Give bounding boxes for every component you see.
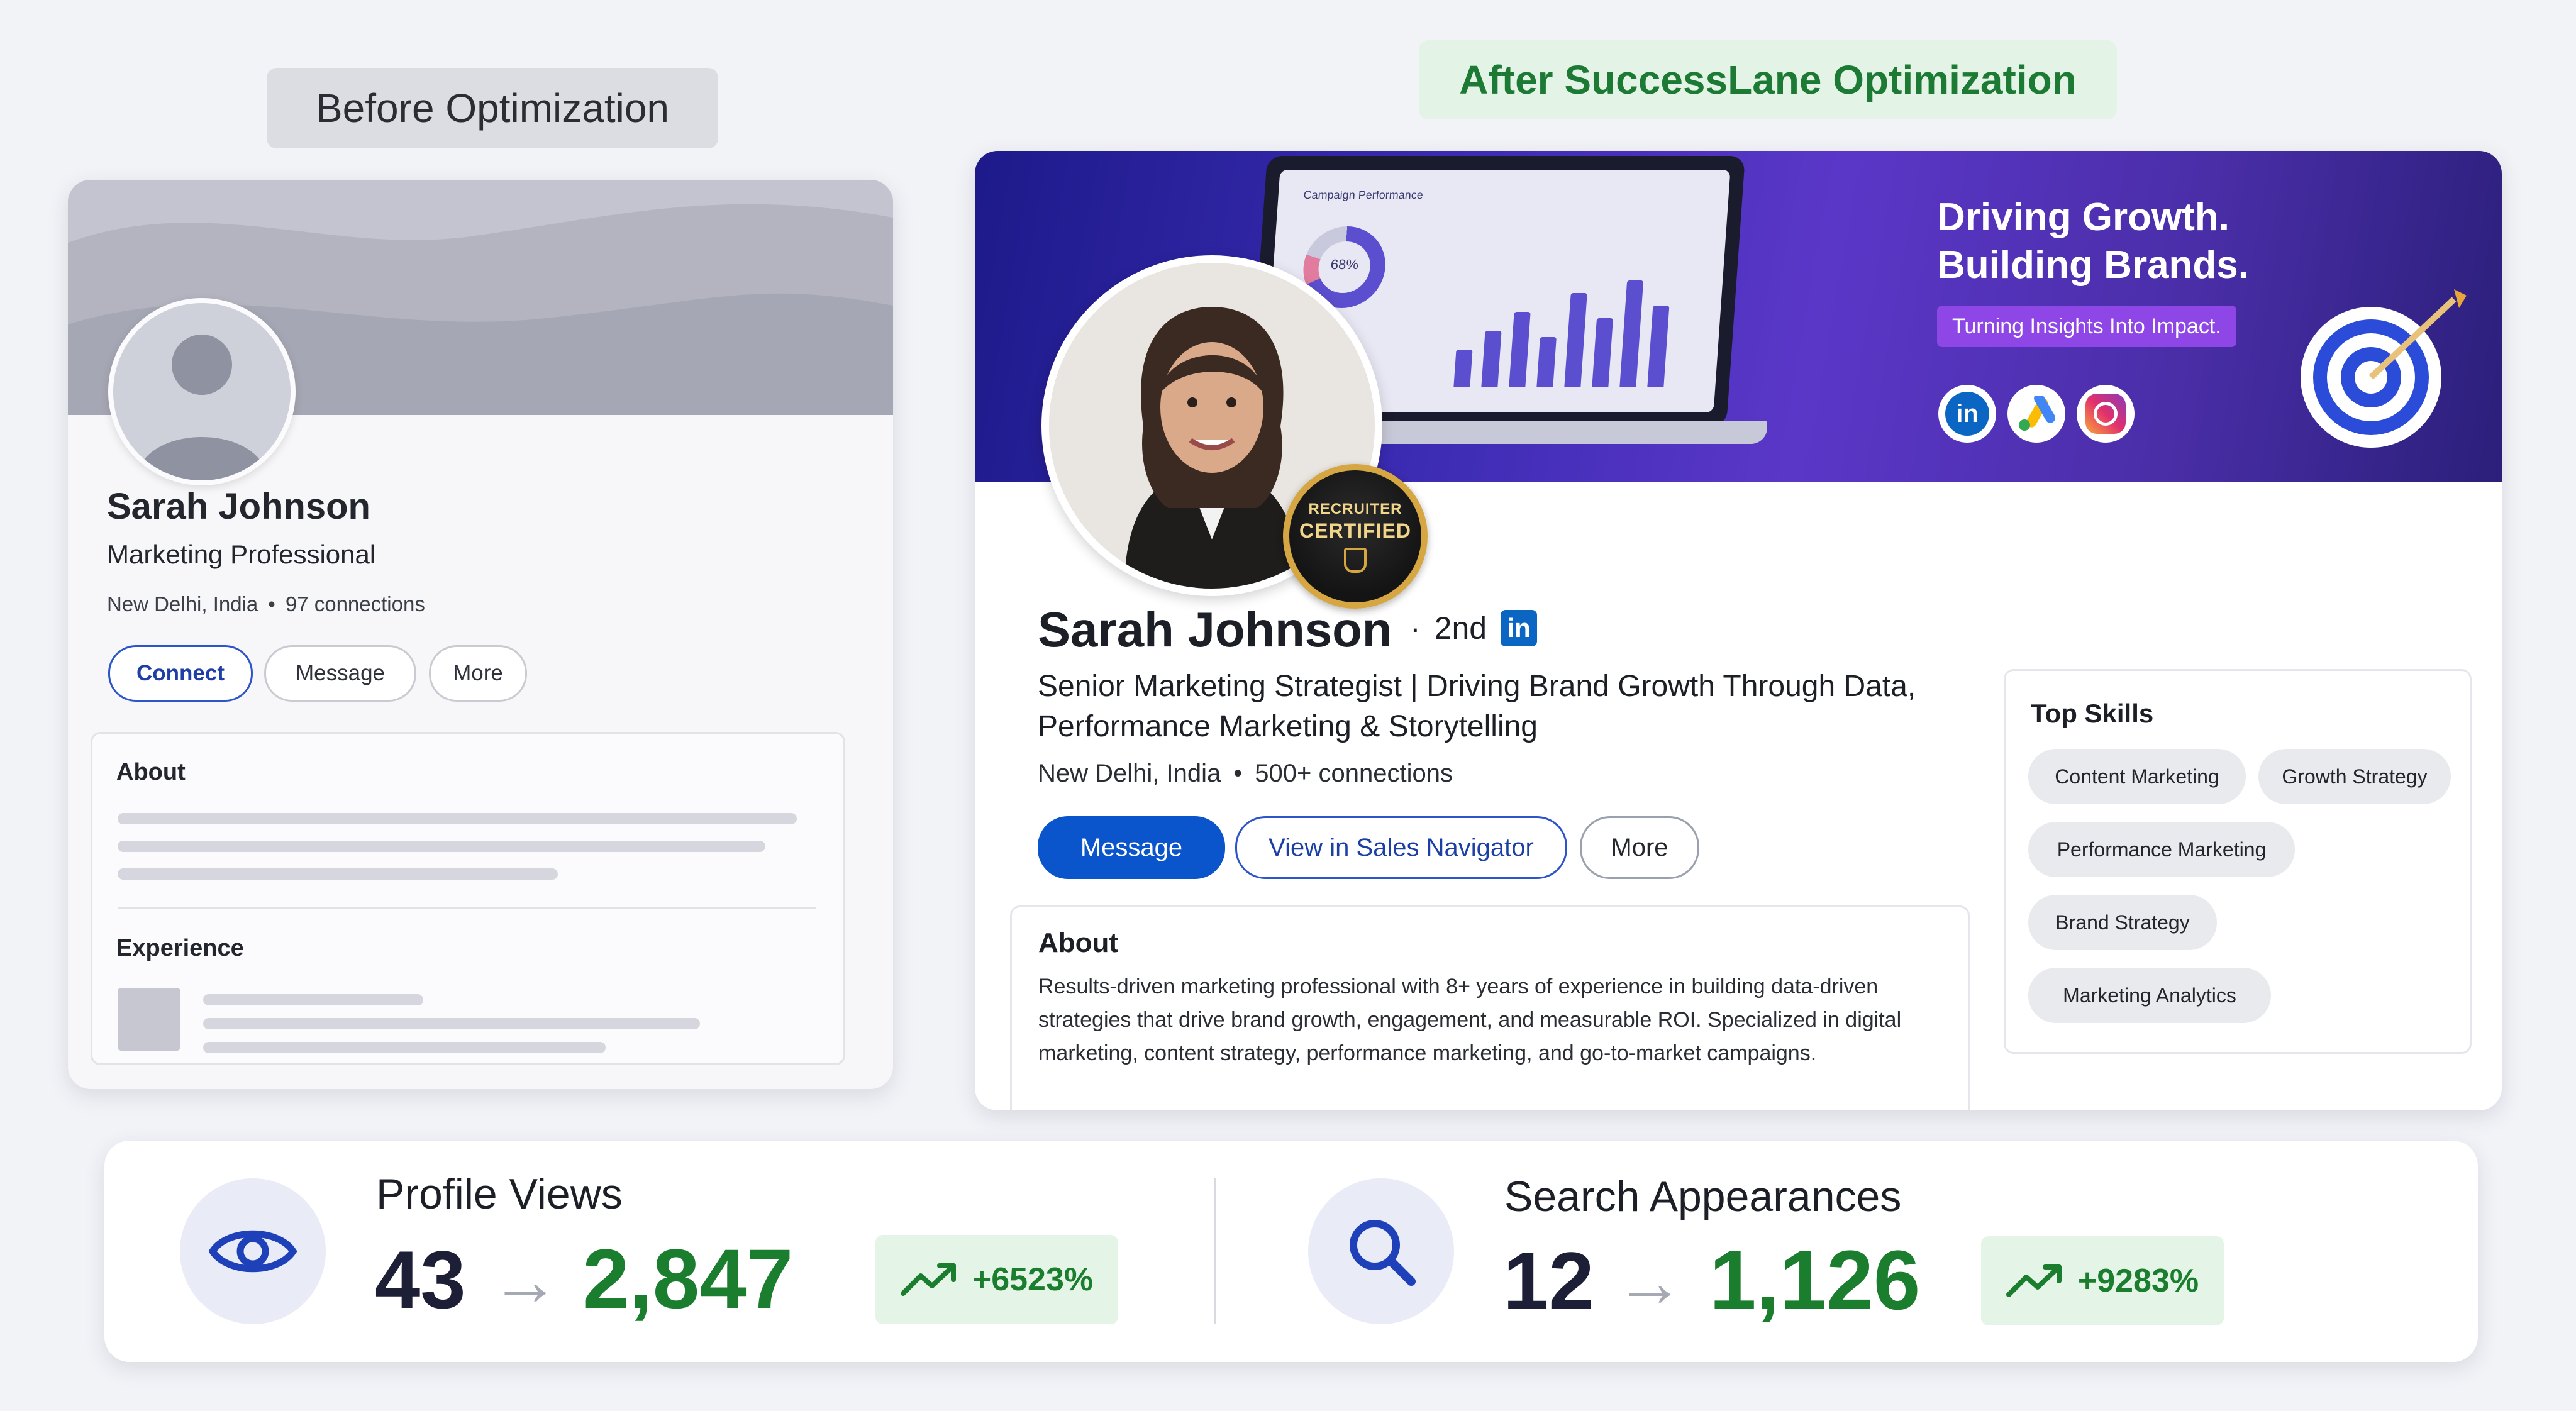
bar (1509, 312, 1531, 387)
skeleton-line (203, 994, 423, 1005)
top-skills-title: Top Skills (2031, 699, 2154, 728)
donut-label: 68% (1330, 257, 1359, 272)
instagram-icon (2077, 385, 2135, 443)
search-icon (1308, 1178, 1454, 1324)
message-button[interactable]: Message (1038, 816, 1225, 879)
trend-up-icon (2006, 1264, 2062, 1297)
bar (1619, 280, 1644, 387)
banner-tagline: Driving Growth. Building Brands. (1937, 194, 2249, 289)
before-connections: 97 connections (285, 592, 425, 616)
after-optimization-label: After SuccessLane Optimization (1419, 40, 2117, 119)
person-placeholder-icon (136, 335, 268, 480)
profile-views-change: +6523% (972, 1261, 1094, 1298)
bar (1453, 350, 1473, 387)
skill-chip[interactable]: Growth Strategy (2258, 749, 2451, 804)
skill-chip[interactable]: Marketing Analytics (2028, 968, 2271, 1023)
dashboard-title: Campaign Performance (1302, 189, 1424, 201)
arrow-right-icon: → (1615, 1244, 1684, 1321)
before-profile-name: Sarah Johnson (107, 486, 370, 527)
meta-dot: • (268, 592, 275, 616)
before-optimization-label: Before Optimization (267, 68, 718, 148)
bar (1481, 331, 1502, 387)
skeleton-line (118, 813, 797, 824)
skeleton-line (118, 868, 558, 880)
arrow-right-icon: → (491, 1242, 560, 1320)
recruiter-certified-badge: RECRUITER CERTIFIED (1283, 464, 1428, 609)
before-about-section: About Experience (91, 732, 845, 1065)
skeleton-line (203, 1042, 606, 1053)
profile-views-change-badge: +6523% (875, 1235, 1118, 1324)
meta-dot: • (1233, 760, 1243, 787)
after-profile-name: Sarah Johnson (1038, 602, 1392, 657)
linkedin-icon[interactable]: in (1501, 610, 1538, 646)
search-appearances-change-badge: +9283% (1981, 1236, 2224, 1325)
linkedin-icon: in (1938, 385, 1996, 443)
after-profile-card: Campaign Performance 68% Driving Growth.… (975, 151, 2502, 1110)
profile-views-label: Profile Views (376, 1170, 623, 1218)
before-message-button[interactable]: Message (264, 645, 416, 702)
badge-line1: RECRUITER (1308, 500, 1402, 517)
degree-label: 2nd (1434, 611, 1487, 646)
profile-views-before: 43 (375, 1234, 466, 1325)
skill-chip[interactable]: Brand Strategy (2028, 895, 2217, 950)
search-appearances-after: 1,126 (1709, 1234, 1921, 1327)
before-location: New Delhi, India (107, 592, 258, 616)
dashboard-bar-chart (1453, 280, 1671, 387)
skill-chip[interactable]: Performance Marketing (2028, 822, 2295, 877)
before-meta: New Delhi, India • 97 connections (107, 592, 425, 616)
after-headline: Senior Marketing Strategist | Driving Br… (1038, 670, 1916, 743)
banner-tagline-line1: Driving Growth. (1937, 196, 2229, 239)
skill-chip[interactable]: Content Marketing (2028, 749, 2246, 804)
bar (1536, 337, 1557, 387)
instagram-lens (2094, 402, 2118, 426)
before-more-button[interactable]: More (429, 645, 527, 702)
before-profile-card: Sarah Johnson Marketing Professional New… (68, 180, 893, 1089)
after-more-button[interactable]: More (1580, 816, 1699, 879)
bar (1647, 306, 1670, 387)
before-experience-title: Experience (116, 935, 244, 961)
after-meta: New Delhi, India • 500+ connections (1038, 760, 1453, 788)
connection-degree: · 2nd in (1410, 610, 1538, 646)
search-appearances-label: Search Appearances (1504, 1173, 1902, 1220)
shield-icon (1344, 547, 1367, 573)
sales-navigator-button[interactable]: View in Sales Navigator (1235, 816, 1567, 879)
eye-glyph (209, 1230, 297, 1273)
top-skills-section: Top Skills Content Marketing Growth Stra… (2004, 669, 2472, 1054)
after-about-section: About Results-driven marketing professio… (1010, 905, 1970, 1110)
banner-subtitle-pill: Turning Insights Into Impact. (1937, 306, 2236, 347)
search-appearances-change: +9283% (2077, 1263, 2199, 1299)
instagram-glyph (2085, 394, 2126, 434)
after-about-text: Results-driven marketing professional wi… (1038, 975, 1902, 1065)
experience-logo-placeholder (118, 988, 180, 1051)
results-stats-bar: Profile Views 43 → 2,847 +6523% Search A… (104, 1141, 2478, 1362)
banner-tagline-line2: Building Brands. (1937, 243, 2249, 287)
bar (1564, 293, 1587, 387)
connect-button[interactable]: Connect (108, 645, 253, 702)
trend-up-icon (900, 1263, 956, 1296)
skeleton-line (118, 841, 765, 852)
stats-divider (1214, 1178, 1216, 1324)
search-appearances-before: 12 (1503, 1235, 1594, 1327)
magnifier-glyph (1350, 1220, 1416, 1286)
profile-views-after: 2,847 (582, 1232, 794, 1326)
skeleton-line (203, 1018, 700, 1029)
bar (1592, 318, 1613, 387)
google-ads-glyph (2019, 396, 2056, 431)
before-headline: Marketing Professional (107, 540, 376, 569)
linkedin-glyph: in (1945, 392, 1989, 436)
after-about-title: About (1038, 927, 1119, 958)
section-divider (118, 907, 816, 909)
degree-dot: · (1410, 611, 1421, 646)
badge-line2: CERTIFIED (1299, 519, 1411, 542)
before-about-title: About (116, 759, 186, 785)
after-connections: 500+ connections (1255, 760, 1453, 787)
google-ads-icon (2007, 385, 2065, 443)
target-icon (2301, 289, 2467, 448)
eye-icon (180, 1178, 326, 1324)
default-avatar (108, 298, 296, 485)
after-location: New Delhi, India (1038, 760, 1221, 787)
